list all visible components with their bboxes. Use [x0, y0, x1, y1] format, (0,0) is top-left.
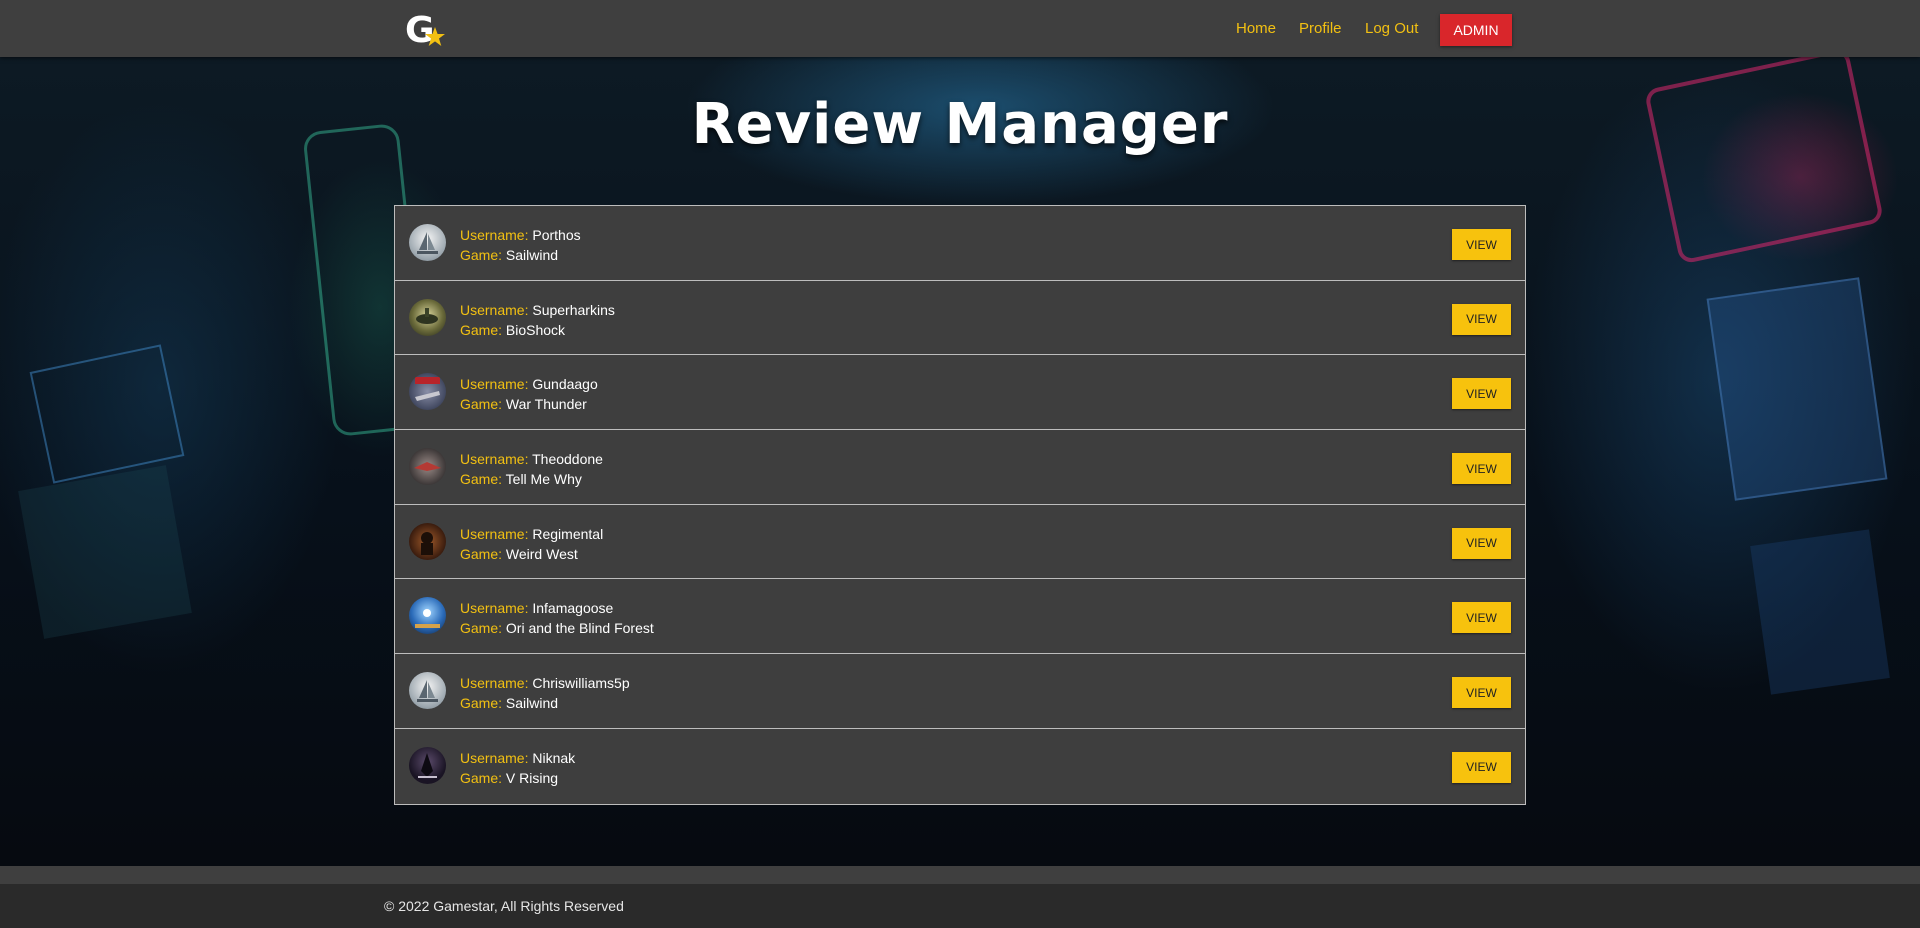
- nav-link-home[interactable]: Home: [1236, 20, 1276, 37]
- username-label: Username:: [460, 301, 529, 318]
- nav-profile[interactable]: Profile: [1299, 0, 1342, 57]
- view-button[interactable]: VIEW: [1452, 229, 1511, 260]
- game-value: War Thunder: [505, 396, 587, 413]
- review-list: Username: Porthos Game: Sailwind VIEW Us…: [394, 205, 1526, 805]
- nav-home[interactable]: Home: [1236, 0, 1276, 57]
- arcade-cabinet-left: [18, 465, 192, 639]
- gamestar-logo[interactable]: G: [405, 10, 447, 51]
- game-avatar-ori: [409, 597, 446, 635]
- username-label: Username:: [460, 451, 529, 468]
- game-value: Weird West: [505, 545, 578, 562]
- review-info: Username: Porthos Game: Sailwind: [460, 225, 581, 265]
- game-avatar-sailwind: [409, 224, 446, 261]
- view-button[interactable]: VIEW: [1452, 751, 1511, 783]
- game-value: BioShock: [505, 321, 566, 338]
- username-label: Username:: [460, 376, 529, 393]
- game-avatar-tell-me-why: [409, 448, 446, 486]
- username-value: Porthos: [532, 227, 581, 243]
- game-avatar-war-thunder: [409, 373, 446, 411]
- nav-link-profile[interactable]: Profile: [1299, 20, 1342, 37]
- review-row: Username: Chriswilliams5p Game: Sailwind…: [395, 654, 1525, 729]
- review-row: Username: Theoddone Game: Tell Me Why VI…: [395, 430, 1525, 505]
- game-label: Game:: [460, 321, 503, 338]
- page-title: Review Manager: [691, 92, 1229, 157]
- review-row: Username: Niknak Game: V Rising VIEW: [395, 729, 1525, 804]
- review-row: Username: Infamagoose Game: Ori and the …: [395, 579, 1525, 655]
- username-value: Infamagoose: [532, 600, 614, 617]
- username-label: Username:: [460, 675, 529, 692]
- game-value: Ori and the Blind Forest: [505, 620, 654, 637]
- admin-button[interactable]: ADMIN: [1440, 14, 1512, 46]
- game-avatar-sailwind: [409, 672, 446, 710]
- review-info: Username: Theoddone Game: Tell Me Why: [460, 449, 603, 489]
- game-value: Sailwind: [505, 695, 559, 712]
- nav-logout[interactable]: Log Out: [1365, 0, 1418, 57]
- view-button[interactable]: VIEW: [1452, 602, 1511, 634]
- arcade-screen-right: [1706, 277, 1888, 501]
- review-row: Username: Porthos Game: Sailwind VIEW: [395, 206, 1525, 281]
- game-value: Tell Me Why: [505, 471, 582, 488]
- nav-link-logout[interactable]: Log Out: [1365, 20, 1418, 37]
- review-info: Username: Gundaago Game: War Thunder: [460, 374, 598, 414]
- arcade-cabinet-right: [1750, 529, 1890, 695]
- game-label: Game:: [460, 396, 503, 413]
- neon-panel-left: [29, 344, 185, 484]
- footer: © 2022 Gamestar, All Rights Reserved: [0, 884, 1920, 928]
- game-avatar-bioshock: [409, 298, 446, 336]
- username-label: Username:: [460, 600, 529, 617]
- username-value: Theoddone: [532, 451, 603, 468]
- game-label: Game:: [460, 620, 503, 637]
- view-button[interactable]: VIEW: [1452, 527, 1511, 559]
- game-value: Sailwind: [505, 247, 559, 263]
- footer-divider: [0, 866, 1920, 884]
- review-info: Username: Chriswilliams5p Game: Sailwind: [460, 673, 630, 713]
- review-info: Username: Regimental Game: Weird West: [460, 524, 603, 564]
- copyright-text: © 2022 Gamestar, All Rights Reserved: [384, 898, 624, 914]
- username-value: Chriswilliams5p: [532, 675, 630, 692]
- username-value: Superharkins: [532, 301, 615, 318]
- username-value: Niknak: [532, 749, 576, 766]
- review-row: Username: Gundaago Game: War Thunder VIE…: [395, 355, 1525, 431]
- review-info: Username: Niknak Game: V Rising: [460, 748, 575, 788]
- username-label: Username:: [460, 525, 529, 542]
- top-navbar: G Home Profile Log Out ADMIN: [0, 0, 1920, 57]
- username-value: Regimental: [532, 525, 604, 542]
- view-button[interactable]: VIEW: [1452, 303, 1511, 335]
- username-label: Username:: [460, 227, 529, 243]
- username-value: Gundaago: [532, 376, 598, 393]
- game-label: Game:: [460, 769, 503, 786]
- review-row: Username: Regimental Game: Weird West VI…: [395, 505, 1525, 580]
- view-button[interactable]: VIEW: [1452, 453, 1511, 485]
- view-button[interactable]: VIEW: [1452, 378, 1511, 410]
- game-label: Game:: [460, 545, 503, 562]
- review-info: Username: Superharkins Game: BioShock: [460, 300, 615, 340]
- game-label: Game:: [460, 471, 503, 488]
- review-row: Username: Superharkins Game: BioShock VI…: [395, 281, 1525, 356]
- game-label: Game:: [460, 247, 503, 263]
- game-value: V Rising: [505, 769, 559, 786]
- username-label: Username:: [460, 749, 529, 766]
- game-avatar-v-rising: [409, 746, 446, 784]
- view-button[interactable]: VIEW: [1452, 677, 1511, 709]
- review-info: Username: Infamagoose Game: Ori and the …: [460, 598, 654, 638]
- game-avatar-weird-west: [409, 522, 446, 560]
- game-label: Game:: [460, 695, 503, 712]
